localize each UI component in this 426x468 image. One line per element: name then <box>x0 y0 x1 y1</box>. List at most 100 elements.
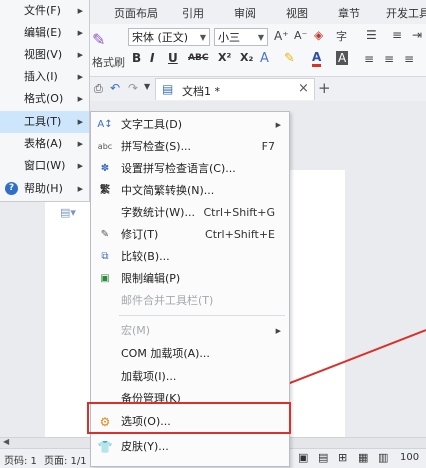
submenu-addins[interactable]: 加载项(I)... <box>91 366 289 388</box>
spell-check-icon: abc <box>97 142 113 151</box>
submenu-mail-merge: 邮件合并工具栏(T) <box>91 290 289 312</box>
grow-font-icon[interactable]: A⁺ <box>274 29 289 43</box>
tab-page-layout[interactable]: 页面布局 <box>114 5 158 21</box>
chevron-down-icon: ▼ <box>257 33 264 42</box>
align-left-icon[interactable]: ≡ <box>364 52 374 66</box>
outline-view-icon[interactable]: ▤ <box>318 451 328 464</box>
redo-icon[interactable]: ↷ <box>128 81 138 95</box>
highlight-icon[interactable]: ✎ <box>284 51 295 66</box>
submenu-skin[interactable]: 👕 皮肤(Y)... <box>91 436 289 458</box>
submenu-word-count[interactable]: 字数统计(W)... Ctrl+Shift+G <box>91 202 289 224</box>
menu-item-label: 插入(I) <box>24 70 58 83</box>
font-size-value: 小三 <box>218 31 240 44</box>
submenu-item-label: 文字工具(D) <box>121 118 183 131</box>
menu-item-table[interactable]: 表格(A) ▶ <box>0 133 89 155</box>
submenu-item-label: 宏(M) <box>121 324 151 337</box>
submenu-item-label: 邮件合并工具栏(T) <box>121 294 214 307</box>
submenu-item-label: 比较(B)... <box>121 250 170 263</box>
bold-button[interactable]: B <box>132 51 141 65</box>
underline-button[interactable]: U <box>168 51 178 65</box>
submenu-revise[interactable]: ✎ 修订(T) Ctrl+Shift+E <box>91 224 289 246</box>
submenu-compare[interactable]: ⧉ 比较(B)... <box>91 246 289 268</box>
shortcut-label: Ctrl+Shift+G <box>203 206 275 219</box>
grid-view-icon[interactable]: ▥ <box>378 451 388 464</box>
submenu-item-label: 设置拼写检查语言(C)... <box>121 162 236 175</box>
italic-button[interactable]: I <box>150 51 154 65</box>
clear-format-icon[interactable]: ◈ <box>314 28 323 42</box>
submenu-item-label: COM 加载项(A)... <box>121 347 210 360</box>
submenu-com-addins[interactable]: COM 加载项(A)... <box>91 343 289 365</box>
menu-item-tools[interactable]: 工具(T) ▶ <box>0 111 89 133</box>
ribbon-body: ✎ 格式刷 宋体 (正文) ▼ 小三 ▼ A⁺ A⁻ ◈ 字 ☰ ≡ ⇥ B I U… <box>90 24 426 77</box>
superscript-button[interactable]: X² <box>218 51 231 64</box>
submenu-spell-check[interactable]: abc 拼写检查(S)... F7 <box>91 136 289 158</box>
tab-view[interactable]: 视图 <box>286 5 308 21</box>
chevron-right-icon: ▶ <box>77 185 83 193</box>
font-size-select[interactable]: 小三 ▼ <box>214 28 268 46</box>
menu-item-label: 帮助(H) <box>24 182 63 195</box>
submenu-restrict-edit[interactable]: ▣ 限制编辑(P) <box>91 268 289 290</box>
submenu-item-label: 皮肤(Y)... <box>121 440 169 453</box>
menu-item-window[interactable]: 窗口(W) ▶ <box>0 155 89 177</box>
subscript-button[interactable]: X₂ <box>240 51 253 64</box>
view-mode-icon[interactable]: ▣ <box>298 451 308 464</box>
format-brush-label[interactable]: 格式刷 <box>92 54 125 70</box>
menu-item-label: 工具(T) <box>24 115 62 128</box>
format-brush-icon[interactable]: ✎ <box>92 30 105 49</box>
chevron-right-icon: ▶ <box>77 7 83 15</box>
menu-item-view[interactable]: 视图(V) ▶ <box>0 44 89 66</box>
tab-developer[interactable]: 开发工具 <box>386 5 426 21</box>
chevron-down-icon[interactable]: ▼ <box>144 82 150 91</box>
spell-lang-icon: ✽ <box>100 163 110 174</box>
chevron-right-icon: ▶ <box>275 327 281 335</box>
align-center-icon[interactable]: ≡ <box>384 52 394 66</box>
text-effect-icon[interactable]: A <box>260 51 269 66</box>
page-number: 页码: 1 <box>4 456 37 467</box>
paste-options-icon[interactable]: ▤▾ <box>60 206 76 219</box>
main-menu: 文件(F) ▶ 编辑(E) ▶ 视图(V) ▶ 插入(I) ▶ 格式(O) ▶ 工具(T)… <box>0 0 90 202</box>
reading-view-icon[interactable]: ▦ <box>358 451 368 464</box>
print-preview-icon[interactable]: ⎙ <box>94 82 103 96</box>
menu-item-insert[interactable]: 插入(I) ▶ <box>0 66 89 88</box>
strikethrough-button[interactable]: ABC <box>188 53 208 63</box>
restrict-icon: ▣ <box>100 273 110 284</box>
close-icon[interactable]: × <box>298 81 309 96</box>
page-count: 页面: 1/1 <box>44 456 87 467</box>
font-color-button[interactable]: A <box>312 51 322 67</box>
zoom-level[interactable]: 100 <box>400 452 419 463</box>
menu-item-label: 编辑(E) <box>24 26 62 39</box>
char-shading-icon[interactable]: A <box>336 51 349 65</box>
chevron-right-icon: ▶ <box>77 162 83 170</box>
text-tool-icon: A↕ <box>97 119 113 130</box>
document-tab-title: 文档1 * <box>182 85 220 98</box>
tab-section[interactable]: 章节 <box>338 5 360 21</box>
chevron-right-icon: ▶ <box>77 29 83 37</box>
numbered-list-icon[interactable]: ≡ <box>392 28 402 42</box>
shortcut-label: Ctrl+Shift+E <box>205 228 275 241</box>
menu-item-file[interactable]: 文件(F) ▶ <box>0 0 89 22</box>
submenu-item-label: 加载项(I)... <box>121 370 177 383</box>
help-icon: ? <box>5 182 18 195</box>
menu-item-format[interactable]: 格式(O) ▶ <box>0 88 89 110</box>
indent-icon[interactable]: ⇥ <box>412 28 422 42</box>
menu-item-edit[interactable]: 编辑(E) ▶ <box>0 22 89 44</box>
submenu-spell-language[interactable]: ✽ 设置拼写检查语言(C)... <box>91 158 289 180</box>
tab-references[interactable]: 引用 <box>182 5 204 21</box>
tab-review[interactable]: 审阅 <box>234 5 256 21</box>
submenu-text-tools[interactable]: A↕ 文字工具(D) ▶ <box>91 114 289 136</box>
font-name-select[interactable]: 宋体 (正文) ▼ <box>128 28 210 46</box>
chevron-right-icon: ▶ <box>275 121 281 129</box>
shrink-font-icon[interactable]: A⁻ <box>294 29 307 42</box>
submenu-chinese-convert[interactable]: 繁 中文简繁转换(N)... <box>91 180 289 202</box>
bullet-list-icon[interactable]: ☰ <box>366 28 377 42</box>
web-view-icon[interactable]: ⊞ <box>338 451 347 464</box>
document-icon: ▤ <box>162 82 174 96</box>
new-tab-button[interactable]: + <box>318 79 331 97</box>
submenu-item-label: 中文简繁转换(N)... <box>121 184 215 197</box>
menu-item-help[interactable]: ? 帮助(H) ▶ <box>0 178 89 200</box>
document-tab[interactable]: ▤ 文档1 * × <box>155 78 315 100</box>
phonetic-icon[interactable]: 字 <box>336 28 347 44</box>
scroll-left-icon[interactable]: ◀ <box>3 437 9 446</box>
undo-icon[interactable]: ↶ <box>110 81 120 95</box>
align-right-icon[interactable]: ≡ <box>404 52 414 66</box>
